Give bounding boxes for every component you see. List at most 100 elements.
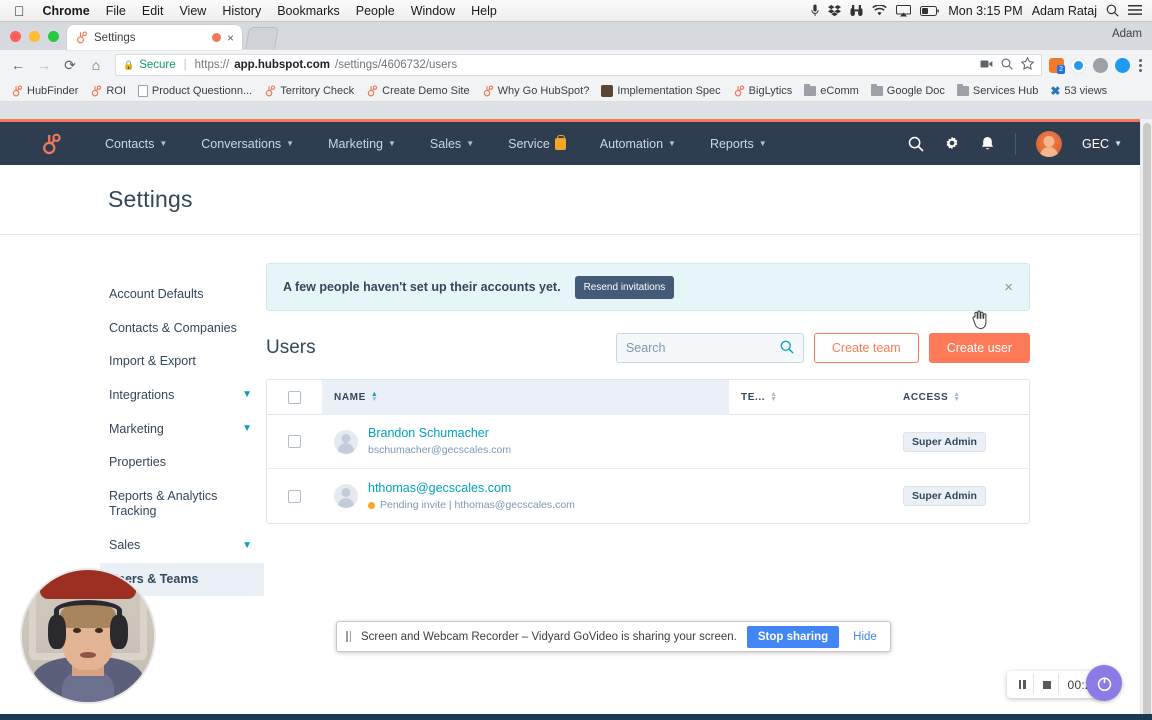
select-all-checkbox[interactable]: [267, 380, 322, 415]
sidebar-item-contacts-companies[interactable]: Contacts & Companies: [100, 312, 264, 346]
menu-item-help[interactable]: Help: [463, 4, 505, 18]
chrome-menu-icon[interactable]: [1135, 58, 1146, 72]
hide-button[interactable]: Hide: [849, 631, 881, 643]
apple-icon[interactable]: : [6, 4, 35, 18]
maximize-window-button[interactable]: [48, 30, 59, 42]
bookmark-hubfinder[interactable]: HubFinder: [6, 83, 83, 99]
new-tab-button[interactable]: [245, 27, 279, 49]
chrome-profile-label[interactable]: Adam: [1112, 28, 1142, 40]
nav-item-conversations[interactable]: Conversations ▼: [184, 137, 311, 151]
bookmark-ecomm[interactable]: eComm: [799, 83, 864, 99]
bookmark-biglytics[interactable]: BigLytics: [728, 83, 798, 99]
hubspot-sprocket-logo[interactable]: [40, 133, 62, 155]
sidebar-item-properties[interactable]: Properties: [100, 446, 264, 480]
account-switcher[interactable]: GEC ▼: [1082, 137, 1122, 151]
bookmark-why-go-hubspot[interactable]: Why Go HubSpot?: [477, 83, 595, 99]
home-icon[interactable]: ⌂: [84, 53, 108, 77]
bookmark-create-demo-site[interactable]: Create Demo Site: [361, 83, 474, 99]
scrollbar-thumb[interactable]: [1143, 123, 1151, 720]
binoculars-icon[interactable]: [850, 4, 863, 17]
hubspot-nav-right: GEC ▼: [908, 130, 1122, 157]
blue-chat-extension-icon[interactable]: [1115, 57, 1130, 73]
gear-icon[interactable]: [944, 136, 960, 152]
menu-item-history[interactable]: History: [214, 4, 269, 18]
bookmark-product-questionnaire[interactable]: Product Questionn...: [133, 83, 257, 99]
nav-item-automation[interactable]: Automation ▼: [583, 137, 693, 151]
microphone-icon[interactable]: [811, 4, 820, 17]
menu-item-file[interactable]: File: [98, 4, 134, 18]
bookmark-53-views[interactable]: ✖ 53 views: [1045, 82, 1112, 100]
minimize-window-button[interactable]: [29, 30, 40, 42]
table-row[interactable]: Brandon Schumacher bschumacher@gecscales…: [267, 415, 1029, 469]
create-team-button[interactable]: Create team: [813, 333, 919, 363]
bell-icon[interactable]: [980, 136, 995, 152]
menu-item-edit[interactable]: Edit: [134, 4, 172, 18]
hubspot-sprocket-icon: [366, 84, 378, 97]
close-window-button[interactable]: [10, 30, 21, 42]
nav-item-reports[interactable]: Reports ▼: [693, 137, 784, 151]
sidebar-item-sales[interactable]: Sales ▼: [100, 529, 264, 563]
user-name-link[interactable]: hthomas@gecscales.com: [368, 479, 575, 498]
drag-grip-icon[interactable]: [346, 631, 351, 642]
stop-sharing-button[interactable]: Stop sharing: [746, 625, 840, 648]
nav-item-service[interactable]: Service: [491, 134, 583, 151]
search-icon[interactable]: [780, 340, 794, 357]
sidebar-item-reports-analytics-tracking[interactable]: Reports & Analytics Tracking: [100, 480, 264, 529]
nav-item-contacts[interactable]: Contacts ▼: [88, 137, 184, 151]
bookmark-services-hub[interactable]: Services Hub: [952, 83, 1043, 99]
row-checkbox[interactable]: [267, 415, 322, 468]
user-name-link[interactable]: Brandon Schumacher: [368, 424, 511, 443]
reload-icon[interactable]: ⟳: [58, 53, 82, 77]
nav-item-marketing[interactable]: Marketing ▼: [311, 137, 413, 151]
search-icon[interactable]: [908, 136, 924, 152]
webcam-bubble[interactable]: [20, 568, 156, 704]
menu-item-people[interactable]: People: [348, 4, 403, 18]
create-user-button[interactable]: Create user: [928, 333, 1030, 363]
bookmark-implementation-spec[interactable]: Implementation Spec: [596, 83, 725, 99]
row-checkbox[interactable]: [267, 469, 322, 523]
power-record-icon[interactable]: [1086, 665, 1122, 701]
bookmark-star-icon[interactable]: [1020, 56, 1035, 73]
column-header-name[interactable]: NAME ▲ ▼: [322, 379, 729, 415]
bookmark-google-doc[interactable]: Google Doc: [866, 83, 950, 99]
sidebar-item-marketing[interactable]: Marketing ▼: [100, 413, 264, 447]
resend-invitations-button[interactable]: Resend invitations: [574, 275, 675, 299]
grey-wheel-extension-icon[interactable]: [1093, 57, 1108, 73]
column-header-access[interactable]: ACCESS ▲ ▼: [891, 380, 1029, 415]
menubar-username[interactable]: Adam Rataj: [1032, 4, 1097, 18]
page-scrollbar[interactable]: [1140, 119, 1152, 720]
sidebar-item-integrations[interactable]: Integrations ▼: [100, 379, 264, 413]
zoom-out-icon[interactable]: [1001, 58, 1013, 73]
spotlight-search-icon[interactable]: [1106, 4, 1119, 17]
menubar-clock[interactable]: Mon 3:15 PM: [948, 4, 1022, 18]
table-row[interactable]: hthomas@gecscales.com Pending invite | h…: [267, 469, 1029, 523]
menu-item-view[interactable]: View: [171, 4, 214, 18]
stop-icon[interactable]: [1036, 674, 1060, 695]
nav-item-sales[interactable]: Sales ▼: [413, 137, 491, 151]
notification-center-icon[interactable]: [1128, 5, 1142, 16]
menu-item-window[interactable]: Window: [403, 4, 463, 18]
browser-tab-settings[interactable]: Settings ×: [67, 25, 242, 50]
bookmark-roi[interactable]: ROI: [85, 83, 131, 99]
dropbox-icon[interactable]: [828, 4, 842, 17]
back-icon[interactable]: ←: [6, 53, 30, 77]
avatar[interactable]: [1035, 130, 1062, 157]
blue-ring-extension-icon[interactable]: [1071, 57, 1086, 73]
cast-icon[interactable]: [980, 59, 993, 72]
bookmark-territory-check[interactable]: Territory Check: [259, 83, 359, 99]
forward-icon[interactable]: →: [32, 53, 56, 77]
search-input[interactable]: Search: [615, 333, 804, 363]
menu-item-chrome[interactable]: Chrome: [35, 4, 98, 18]
pause-icon[interactable]: [1011, 674, 1035, 695]
battery-icon[interactable]: [920, 5, 940, 16]
sidebar-item-import-export[interactable]: Import & Export: [100, 345, 264, 379]
airplay-icon[interactable]: [896, 4, 912, 17]
address-bar[interactable]: 🔒 Secure | https:// app.hubspot.com /set…: [115, 54, 1042, 76]
column-header-team[interactable]: TE... ▲ ▼: [729, 380, 891, 415]
close-icon[interactable]: ×: [1004, 279, 1013, 296]
menu-item-bookmarks[interactable]: Bookmarks: [269, 4, 348, 18]
wifi-icon[interactable]: [872, 5, 888, 16]
orange-extension-icon[interactable]: [1049, 57, 1065, 74]
sidebar-item-account-defaults[interactable]: Account Defaults: [100, 278, 264, 312]
close-tab-icon[interactable]: ×: [227, 31, 234, 45]
